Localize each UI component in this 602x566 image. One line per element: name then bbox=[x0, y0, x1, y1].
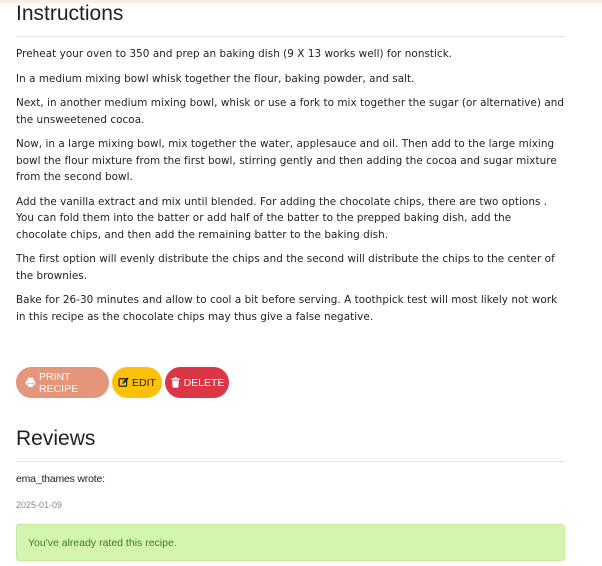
reviews-divider bbox=[16, 461, 565, 462]
instruction-step: Bake for 26-30 minutes and allow to cool… bbox=[16, 294, 558, 323]
instructions-divider bbox=[16, 36, 565, 37]
trash-icon bbox=[170, 377, 181, 388]
print-recipe-button[interactable]: PRINT RECIPE bbox=[16, 367, 109, 398]
instruction-step: Now, in a large mixing bowl, mix togethe… bbox=[16, 138, 557, 183]
instruction-step: Add the vanilla extract and mix until bl… bbox=[16, 195, 548, 241]
edit-label: EDIT bbox=[132, 376, 156, 389]
delete-label: DELETE bbox=[183, 376, 225, 389]
printer-icon bbox=[25, 377, 36, 388]
review-date: 2025-01-09 bbox=[16, 500, 63, 510]
print-recipe-label: PRINT RECIPE bbox=[39, 370, 79, 395]
recipe-actions: PRINT RECIPE EDIT DELETE bbox=[16, 367, 229, 398]
delete-button[interactable]: DELETE bbox=[165, 367, 229, 398]
alert-text: You've already rated this recipe. bbox=[28, 536, 177, 549]
instruction-step: The first option will evenly distribute … bbox=[16, 253, 555, 282]
reviews-heading: Reviews bbox=[16, 427, 96, 450]
edit-button[interactable]: EDIT bbox=[112, 367, 162, 398]
instruction-step: In a medium mixing bowl whisk together t… bbox=[16, 72, 415, 85]
instruction-step: Preheat your oven to 350 and prep an bak… bbox=[16, 48, 453, 60]
instructions-heading: Instructions bbox=[16, 2, 124, 25]
review-author: ema_thames wrote: bbox=[16, 473, 105, 485]
instruction-step: Next, in another medium mixing bowl, whi… bbox=[16, 97, 565, 126]
edit-icon bbox=[118, 377, 129, 388]
instructions-list: Preheat your oven to 350 and prep an bak… bbox=[16, 46, 565, 333]
already-rated-alert: You've already rated this recipe. bbox=[16, 524, 565, 561]
